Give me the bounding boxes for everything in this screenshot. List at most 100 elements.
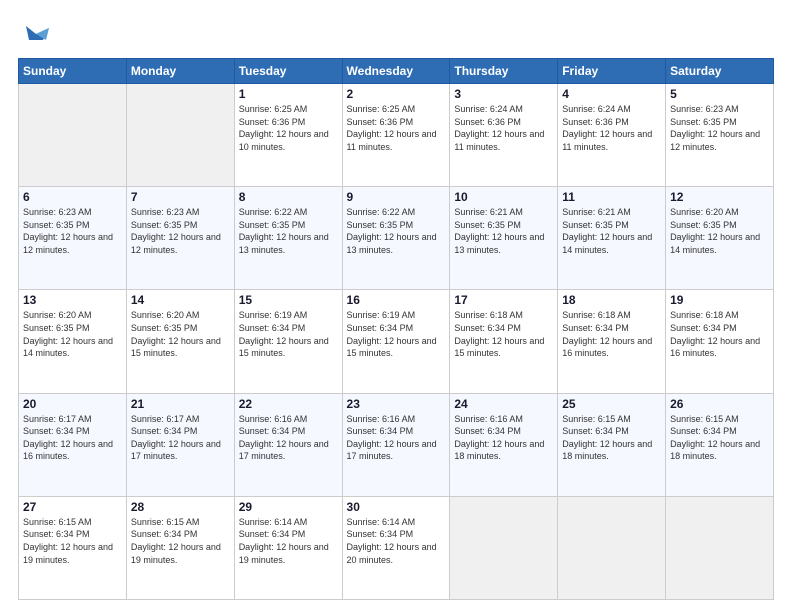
day-of-week-header: Saturday: [666, 59, 774, 84]
calendar-cell: [666, 496, 774, 599]
day-info: Sunrise: 6:16 AMSunset: 6:34 PMDaylight:…: [239, 413, 338, 463]
calendar-cell: 13 Sunrise: 6:20 AMSunset: 6:35 PMDayligh…: [19, 290, 127, 393]
calendar-cell: 18 Sunrise: 6:18 AMSunset: 6:34 PMDayligh…: [558, 290, 666, 393]
day-info: Sunrise: 6:18 AMSunset: 6:34 PMDaylight:…: [670, 309, 769, 359]
day-info: Sunrise: 6:22 AMSunset: 6:35 PMDaylight:…: [239, 206, 338, 256]
calendar-header-row: SundayMondayTuesdayWednesdayThursdayFrid…: [19, 59, 774, 84]
calendar-cell: 19 Sunrise: 6:18 AMSunset: 6:34 PMDayligh…: [666, 290, 774, 393]
calendar-cell: 29 Sunrise: 6:14 AMSunset: 6:34 PMDayligh…: [234, 496, 342, 599]
day-of-week-header: Tuesday: [234, 59, 342, 84]
calendar-cell: 11 Sunrise: 6:21 AMSunset: 6:35 PMDayligh…: [558, 187, 666, 290]
day-of-week-header: Thursday: [450, 59, 558, 84]
day-number: 9: [347, 190, 446, 204]
calendar-week-row: 27 Sunrise: 6:15 AMSunset: 6:34 PMDayligh…: [19, 496, 774, 599]
calendar-cell: 6Sunrise: 6:23 AMSunset: 6:35 PMDaylight…: [19, 187, 127, 290]
day-number: 12: [670, 190, 769, 204]
day-info: Sunrise: 6:25 AMSunset: 6:36 PMDaylight:…: [347, 103, 446, 153]
day-number: 19: [670, 293, 769, 307]
calendar-cell: 20 Sunrise: 6:17 AMSunset: 6:34 PMDayligh…: [19, 393, 127, 496]
day-info: Sunrise: 6:18 AMSunset: 6:34 PMDaylight:…: [562, 309, 661, 359]
calendar-cell: 14 Sunrise: 6:20 AMSunset: 6:35 PMDayligh…: [126, 290, 234, 393]
day-number: 3: [454, 87, 553, 101]
calendar-cell: 25Sunrise: 6:15 AMSunset: 6:34 PMDayligh…: [558, 393, 666, 496]
calendar-week-row: 20 Sunrise: 6:17 AMSunset: 6:34 PMDayligh…: [19, 393, 774, 496]
day-number: 23: [347, 397, 446, 411]
day-info: Sunrise: 6:17 AMSunset: 6:34 PMDaylight:…: [23, 413, 122, 463]
day-number: 22: [239, 397, 338, 411]
calendar-table: SundayMondayTuesdayWednesdayThursdayFrid…: [18, 58, 774, 600]
day-info: Sunrise: 6:15 AMSunset: 6:34 PMDaylight:…: [670, 413, 769, 463]
day-number: 28: [131, 500, 230, 514]
calendar-cell: 16 Sunrise: 6:19 AMSunset: 6:34 PMDayligh…: [342, 290, 450, 393]
calendar-cell: 27 Sunrise: 6:15 AMSunset: 6:34 PMDayligh…: [19, 496, 127, 599]
day-number: 5: [670, 87, 769, 101]
calendar-cell: 8 Sunrise: 6:22 AMSunset: 6:35 PMDaylight…: [234, 187, 342, 290]
day-number: 17: [454, 293, 553, 307]
calendar-cell: 26 Sunrise: 6:15 AMSunset: 6:34 PMDayligh…: [666, 393, 774, 496]
day-number: 16: [347, 293, 446, 307]
day-number: 24: [454, 397, 553, 411]
day-info: Sunrise: 6:22 AMSunset: 6:35 PMDaylight:…: [347, 206, 446, 256]
calendar-week-row: 1Sunrise: 6:25 AMSunset: 6:36 PMDaylight…: [19, 84, 774, 187]
calendar-cell: 10 Sunrise: 6:21 AMSunset: 6:35 PMDayligh…: [450, 187, 558, 290]
day-number: 21: [131, 397, 230, 411]
day-info: Sunrise: 6:14 AMSunset: 6:34 PMDaylight:…: [347, 516, 446, 566]
calendar-cell: 2Sunrise: 6:25 AMSunset: 6:36 PMDaylight…: [342, 84, 450, 187]
day-info: Sunrise: 6:24 AMSunset: 6:36 PMDaylight:…: [562, 103, 661, 153]
calendar-cell: 22 Sunrise: 6:16 AMSunset: 6:34 PMDayligh…: [234, 393, 342, 496]
calendar-cell: 1Sunrise: 6:25 AMSunset: 6:36 PMDaylight…: [234, 84, 342, 187]
calendar-cell: 4Sunrise: 6:24 AMSunset: 6:36 PMDaylight…: [558, 84, 666, 187]
day-info: Sunrise: 6:15 AMSunset: 6:34 PMDaylight:…: [562, 413, 661, 463]
day-info: Sunrise: 6:23 AMSunset: 6:35 PMDaylight:…: [131, 206, 230, 256]
day-info: Sunrise: 6:19 AMSunset: 6:34 PMDaylight:…: [239, 309, 338, 359]
calendar-cell: 28 Sunrise: 6:15 AMSunset: 6:34 PMDayligh…: [126, 496, 234, 599]
day-info: Sunrise: 6:15 AMSunset: 6:34 PMDaylight:…: [131, 516, 230, 566]
calendar-cell: [126, 84, 234, 187]
calendar-cell: 12Sunrise: 6:20 AMSunset: 6:35 PMDayligh…: [666, 187, 774, 290]
day-info: Sunrise: 6:17 AMSunset: 6:34 PMDaylight:…: [131, 413, 230, 463]
calendar-cell: 3 Sunrise: 6:24 AMSunset: 6:36 PMDaylight…: [450, 84, 558, 187]
day-number: 11: [562, 190, 661, 204]
day-info: Sunrise: 6:23 AMSunset: 6:35 PMDaylight:…: [23, 206, 122, 256]
calendar-cell: 7 Sunrise: 6:23 AMSunset: 6:35 PMDaylight…: [126, 187, 234, 290]
logo: [18, 18, 51, 48]
calendar-cell: [19, 84, 127, 187]
day-of-week-header: Wednesday: [342, 59, 450, 84]
calendar-cell: 24 Sunrise: 6:16 AMSunset: 6:34 PMDayligh…: [450, 393, 558, 496]
day-info: Sunrise: 6:23 AMSunset: 6:35 PMDaylight:…: [670, 103, 769, 153]
day-info: Sunrise: 6:16 AMSunset: 6:34 PMDaylight:…: [347, 413, 446, 463]
day-info: Sunrise: 6:14 AMSunset: 6:34 PMDaylight:…: [239, 516, 338, 566]
day-number: 10: [454, 190, 553, 204]
day-number: 8: [239, 190, 338, 204]
day-of-week-header: Monday: [126, 59, 234, 84]
day-number: 26: [670, 397, 769, 411]
day-number: 15: [239, 293, 338, 307]
day-number: 29: [239, 500, 338, 514]
day-info: Sunrise: 6:21 AMSunset: 6:35 PMDaylight:…: [454, 206, 553, 256]
calendar-cell: 5 Sunrise: 6:23 AMSunset: 6:35 PMDaylight…: [666, 84, 774, 187]
day-info: Sunrise: 6:21 AMSunset: 6:35 PMDaylight:…: [562, 206, 661, 256]
header: [18, 18, 774, 48]
day-number: 14: [131, 293, 230, 307]
day-number: 18: [562, 293, 661, 307]
day-number: 7: [131, 190, 230, 204]
day-info: Sunrise: 6:20 AMSunset: 6:35 PMDaylight:…: [23, 309, 122, 359]
day-info: Sunrise: 6:24 AMSunset: 6:36 PMDaylight:…: [454, 103, 553, 153]
day-info: Sunrise: 6:19 AMSunset: 6:34 PMDaylight:…: [347, 309, 446, 359]
calendar-cell: 23 Sunrise: 6:16 AMSunset: 6:34 PMDayligh…: [342, 393, 450, 496]
day-number: 27: [23, 500, 122, 514]
day-of-week-header: Friday: [558, 59, 666, 84]
day-info: Sunrise: 6:15 AMSunset: 6:34 PMDaylight:…: [23, 516, 122, 566]
day-number: 30: [347, 500, 446, 514]
page: SundayMondayTuesdayWednesdayThursdayFrid…: [0, 0, 792, 612]
day-number: 20: [23, 397, 122, 411]
calendar-week-row: 6Sunrise: 6:23 AMSunset: 6:35 PMDaylight…: [19, 187, 774, 290]
day-info: Sunrise: 6:16 AMSunset: 6:34 PMDaylight:…: [454, 413, 553, 463]
day-number: 13: [23, 293, 122, 307]
calendar-cell: 21 Sunrise: 6:17 AMSunset: 6:34 PMDayligh…: [126, 393, 234, 496]
logo-icon: [21, 18, 51, 48]
calendar-cell: [558, 496, 666, 599]
calendar-cell: 15 Sunrise: 6:19 AMSunset: 6:34 PMDayligh…: [234, 290, 342, 393]
day-info: Sunrise: 6:20 AMSunset: 6:35 PMDaylight:…: [131, 309, 230, 359]
calendar-cell: 9 Sunrise: 6:22 AMSunset: 6:35 PMDaylight…: [342, 187, 450, 290]
